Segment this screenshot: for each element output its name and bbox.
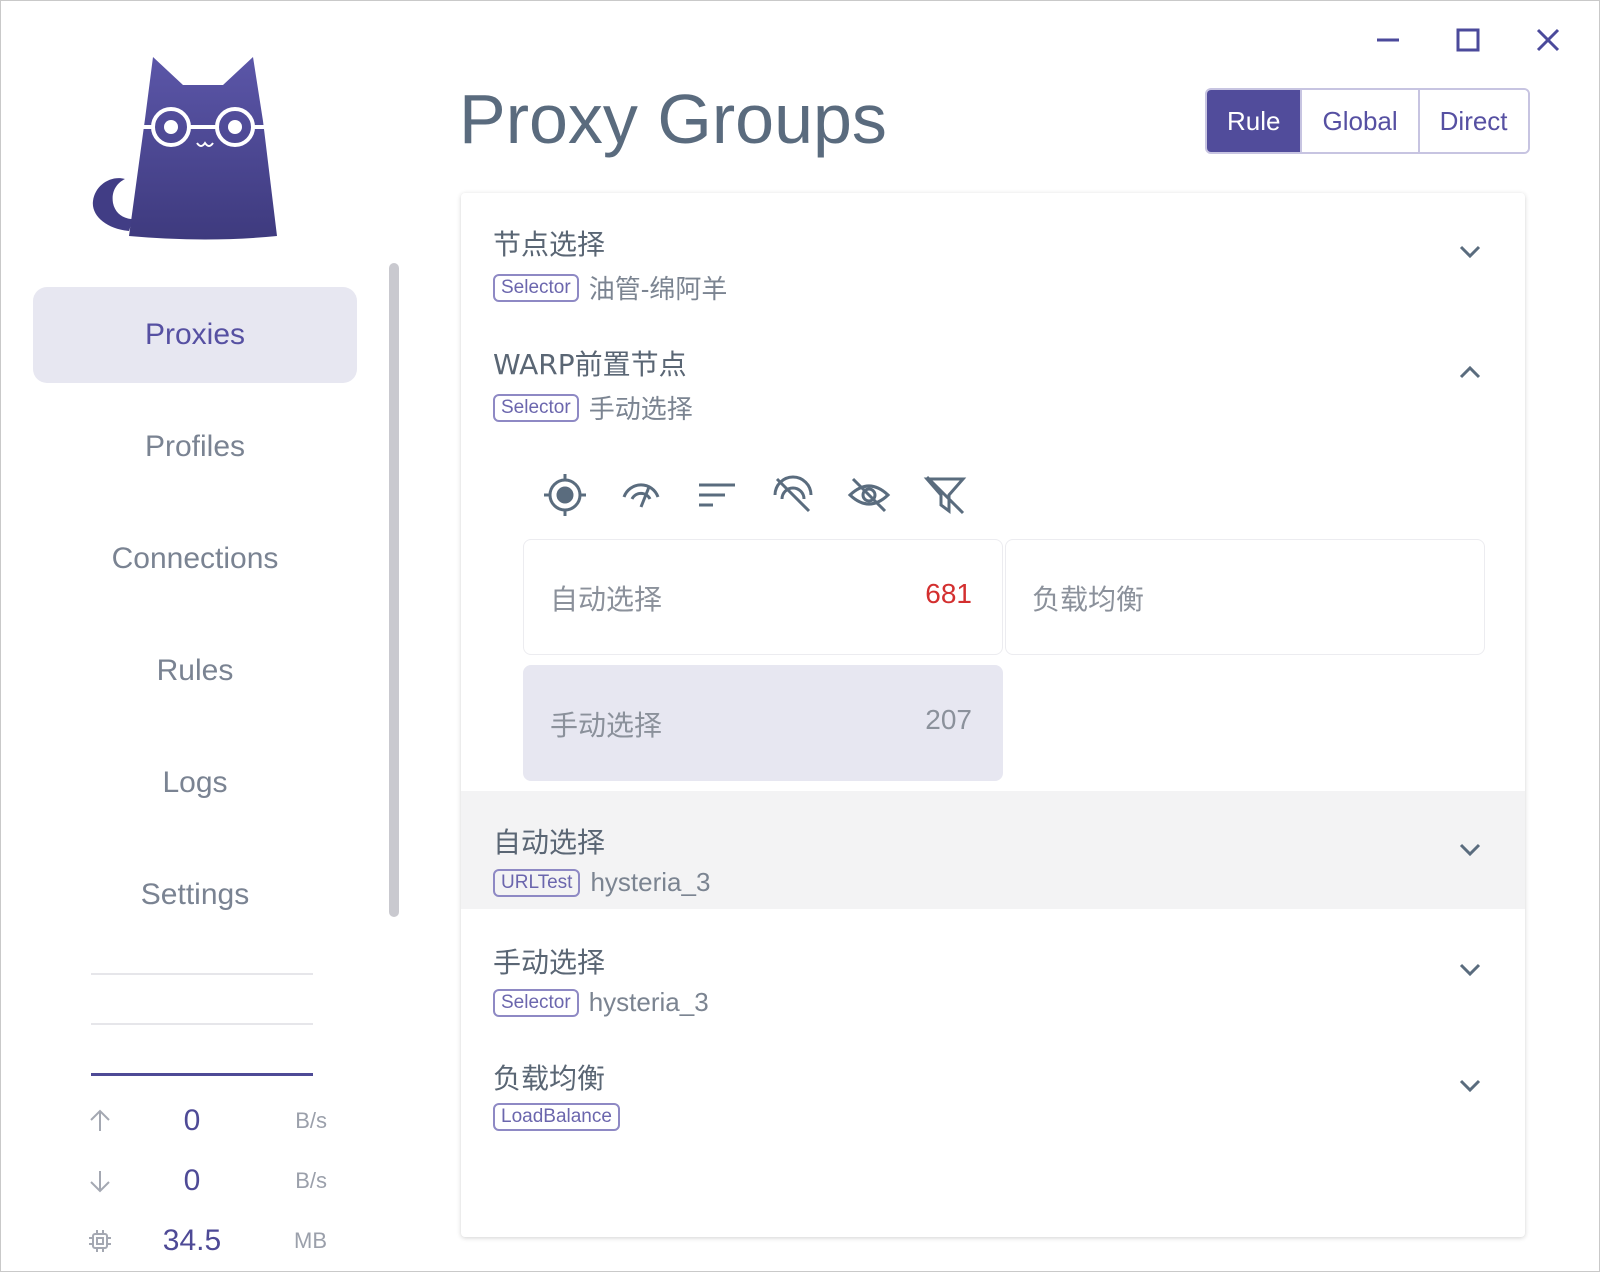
group-info: URLTest hysteria_3 [493, 867, 710, 898]
chevron-down-icon[interactable] [1455, 835, 1485, 865]
group-info: LoadBalance [493, 1103, 620, 1131]
group-type-badge: Selector [493, 273, 579, 302]
upload-stat: 0 B/s [87, 1091, 327, 1151]
mode-switcher: Rule Global Direct [1205, 88, 1530, 154]
page-title: Proxy Groups [459, 80, 887, 158]
proxy-item-selected[interactable]: 手动选择 207 [523, 665, 1003, 781]
chevron-down-icon[interactable] [1455, 955, 1485, 985]
proxy-group[interactable]: 负载均衡 LoadBalance [461, 1027, 1525, 1145]
proxy-group-expanded[interactable]: WARP前置节点 Selector 手动选择 [461, 313, 1525, 431]
sidebar-item-rules[interactable]: Rules [33, 623, 357, 719]
app-logo [87, 51, 287, 247]
group-name: 手动选择 [493, 946, 606, 979]
proxy-item[interactable]: 负载均衡 [1005, 539, 1485, 655]
download-value: 0 [183, 1164, 201, 1197]
proxy-groups-card: 节点选择 Selector 油管-绵阿羊 WARP前置节点 Selector 手… [461, 193, 1525, 1237]
traffic-stats: 0 B/s 0 B/s 34.5 MB [87, 1091, 327, 1271]
proxy-item[interactable]: 自动选择 681 [523, 539, 1003, 655]
hide-icon[interactable] [847, 473, 891, 517]
group-toolbar [543, 473, 967, 517]
upload-value: 0 [183, 1104, 201, 1137]
sidebar-item-profiles[interactable]: Profiles [33, 399, 357, 495]
proxy-group[interactable]: 节点选择 Selector 油管-绵阿羊 [461, 193, 1525, 311]
group-current-proxy: 手动选择 [588, 394, 693, 424]
memory-stat: 34.5 MB [87, 1211, 327, 1271]
group-current-proxy: hysteria_3 [588, 987, 709, 1017]
sidebar-scrollbar[interactable] [389, 263, 399, 917]
group-info: Selector 油管-绵阿羊 [493, 269, 727, 306]
clear-filter-icon[interactable] [923, 473, 967, 517]
window-controls [1367, 19, 1569, 61]
sidebar-item-logs[interactable]: Logs [33, 735, 357, 831]
group-type-badge: LoadBalance [493, 1103, 620, 1131]
graph-line [91, 973, 313, 975]
chevron-down-icon[interactable] [1455, 237, 1485, 267]
close-icon[interactable] [1527, 19, 1569, 61]
locate-icon[interactable] [543, 473, 587, 517]
minimize-icon[interactable] [1367, 19, 1409, 61]
group-info: Selector hysteria_3 [493, 987, 709, 1018]
group-name: 负载均衡 [493, 1062, 606, 1095]
memory-value: 34.5 [162, 1224, 222, 1257]
group-type-badge: Selector [493, 393, 579, 422]
mode-direct-button[interactable]: Direct [1417, 90, 1528, 152]
sidebar-item-proxies[interactable]: Proxies [33, 287, 357, 383]
proxy-name: 手动选择 [550, 709, 663, 742]
upload-unit: B/s [295, 1108, 327, 1133]
memory-chip-icon [87, 1228, 127, 1254]
proxy-group[interactable]: 自动选择 URLTest hysteria_3 [461, 791, 1525, 909]
group-info: Selector 手动选择 [493, 389, 693, 426]
download-stat: 0 B/s [87, 1151, 327, 1211]
proxy-name: 负载均衡 [1032, 583, 1145, 616]
group-name: 自动选择 [493, 826, 606, 859]
group-current-proxy: 油管-绵阿羊 [588, 274, 728, 304]
group-name: WARP前置节点 [493, 348, 687, 381]
chevron-down-icon[interactable] [1455, 1071, 1485, 1101]
filter-unavailable-icon[interactable] [771, 473, 815, 517]
speed-test-icon[interactable] [619, 473, 663, 517]
group-current-proxy: hysteria_3 [590, 867, 711, 897]
sidebar-item-connections[interactable]: Connections [33, 511, 357, 607]
sidebar-nav: Proxies Profiles Connections Rules Logs … [33, 287, 357, 959]
download-unit: B/s [295, 1168, 327, 1193]
arrow-down-icon [87, 1168, 127, 1194]
sort-icon[interactable] [695, 473, 739, 517]
mode-global-button[interactable]: Global [1300, 90, 1418, 152]
memory-unit: MB [294, 1228, 327, 1253]
graph-line [91, 1023, 313, 1025]
proxy-delay[interactable]: 207 [925, 704, 972, 736]
proxy-delay[interactable]: 681 [925, 578, 972, 610]
arrow-up-icon [87, 1108, 127, 1134]
graph-baseline [91, 1073, 313, 1076]
proxy-group[interactable]: 手动选择 Selector hysteria_3 [461, 911, 1525, 1029]
group-type-badge: Selector [493, 988, 579, 1017]
app-window: Proxies Profiles Connections Rules Logs … [0, 0, 1600, 1272]
maximize-icon[interactable] [1447, 19, 1489, 61]
proxy-name: 自动选择 [550, 583, 663, 616]
group-name: 节点选择 [493, 228, 606, 261]
mode-rule-button[interactable]: Rule [1207, 90, 1301, 152]
group-type-badge: URLTest [493, 868, 581, 897]
sidebar-item-settings[interactable]: Settings [33, 847, 357, 943]
chevron-up-icon[interactable] [1455, 357, 1485, 387]
